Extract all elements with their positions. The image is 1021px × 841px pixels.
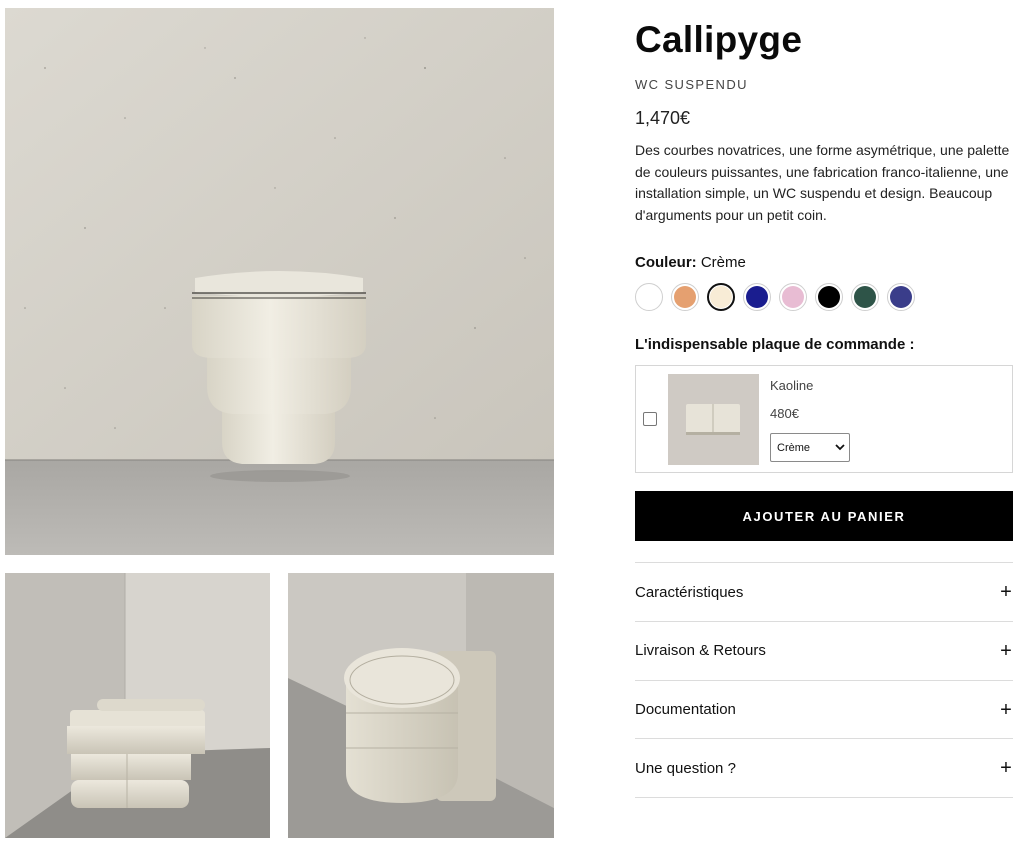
accordion-label: Livraison & Retours	[635, 642, 766, 660]
side-view-image[interactable]	[5, 573, 270, 838]
swatch-creme[interactable]	[707, 283, 735, 312]
swatch-bleu-terrazzo[interactable]	[887, 283, 915, 312]
accordion-label: Documentation	[635, 701, 736, 719]
swatch-color	[638, 286, 660, 309]
swatch-bleu[interactable]	[743, 283, 771, 312]
swatch-color	[854, 286, 876, 309]
color-label: Couleur: Crème	[635, 254, 1013, 272]
accordion-label: Une question ?	[635, 759, 736, 777]
addon-color-select[interactable]: Crème	[770, 433, 850, 463]
angle-view-image[interactable]	[288, 573, 554, 838]
accordion-label: Caractéristiques	[635, 583, 744, 601]
swatch-blanc[interactable]	[635, 283, 663, 312]
accordion-documentation[interactable]: Documentation +	[635, 681, 1013, 740]
swatch-color	[890, 286, 912, 309]
addon-price: 480€	[770, 406, 799, 422]
swatch-color	[818, 286, 840, 309]
add-to-cart-button[interactable]: AJOUTER AU PANIER	[635, 491, 1013, 542]
product-description: Des courbes novatrices, une forme asymét…	[635, 142, 1010, 223]
plus-icon: +	[1000, 757, 1012, 780]
product-panel: Callipyge WC SUSPENDU 1,470€ Des courbes…	[635, 18, 1013, 799]
color-swatches	[635, 283, 1013, 312]
addon-image	[668, 374, 759, 466]
swatch-color	[746, 286, 768, 309]
accordion-caracteristiques[interactable]: Caractéristiques +	[635, 563, 1013, 623]
addon-heading: L'indispensable plaque de commande :	[635, 336, 915, 354]
addon-checkbox[interactable]	[643, 412, 657, 427]
swatch-color	[710, 286, 732, 309]
swatch-rose[interactable]	[779, 283, 807, 312]
color-label-key: Couleur:	[635, 254, 697, 272]
swatch-noir[interactable]	[815, 283, 843, 312]
accordion-livraison-retours[interactable]: Livraison & Retours +	[635, 622, 1013, 681]
product-price: 1,470€	[635, 108, 691, 128]
plus-icon: +	[1000, 581, 1012, 604]
plus-icon: +	[1000, 639, 1012, 662]
swatch-color	[674, 286, 696, 309]
addon-name: Kaoline	[770, 378, 814, 394]
color-selected-value: Crème	[700, 254, 746, 272]
swatch-color	[782, 286, 804, 309]
swatch-terracotta[interactable]	[671, 283, 699, 312]
product-accordion: Caractéristiques + Livraison & Retours +…	[635, 562, 1013, 799]
main-product-image[interactable]	[5, 8, 554, 555]
plus-icon: +	[1000, 698, 1012, 721]
addon-card: Kaoline 480€ Crème	[635, 365, 1013, 474]
accordion-question[interactable]: Une question ? +	[635, 739, 1013, 799]
addon-select-value: Crème	[777, 441, 811, 454]
product-title: Callipyge	[635, 19, 803, 60]
product-category: WC SUSPENDU	[635, 77, 748, 92]
chevron-down-icon	[835, 442, 845, 454]
swatch-vert-terrazzo[interactable]	[851, 283, 879, 312]
